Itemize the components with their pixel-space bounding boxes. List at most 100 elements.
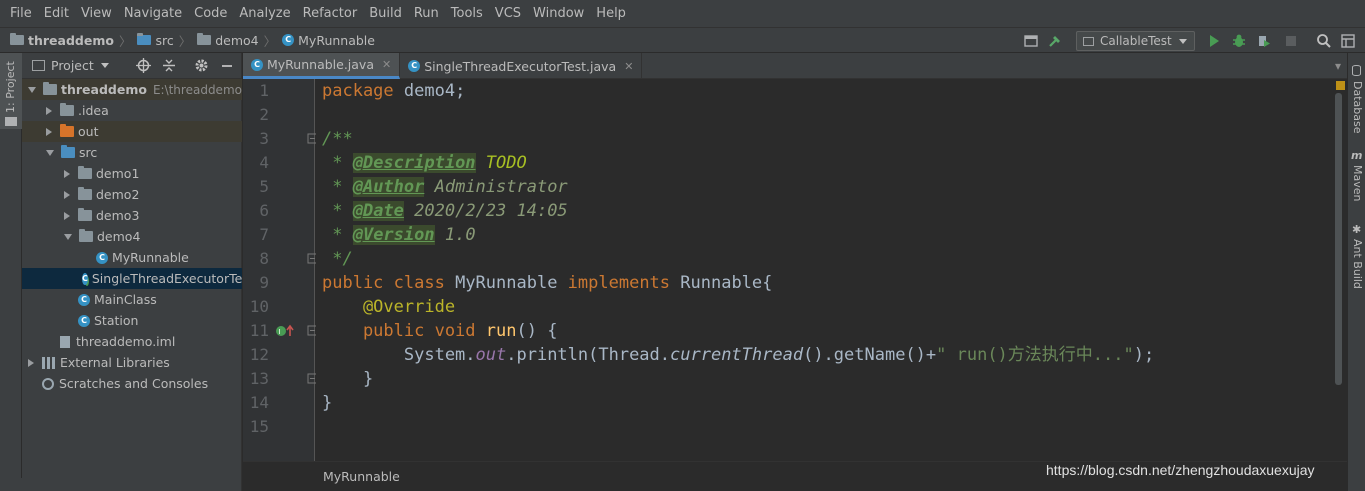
menu-analyze[interactable]: Analyze xyxy=(233,6,296,21)
tree-item-external-libraries[interactable]: External Libraries xyxy=(22,352,242,373)
breadcrumb-separator: 〉 xyxy=(178,33,192,49)
ant-build-tool-button[interactable]: Ant Build xyxy=(1351,239,1364,289)
maven-tool-button[interactable]: Maven xyxy=(1351,165,1364,201)
project-tool-label[interactable]: 1: Project xyxy=(4,53,17,113)
tabs-overflow-icon[interactable]: ▾ xyxy=(1335,59,1341,73)
breadcrumb-class[interactable]: C MyRunnable xyxy=(282,33,375,48)
chevron-down-icon[interactable] xyxy=(64,233,72,240)
tree-item-label: demo4 xyxy=(97,229,141,244)
gear-icon[interactable] xyxy=(194,58,209,73)
tree-item-scratches-and-consoles[interactable]: Scratches and Consoles xyxy=(22,373,242,394)
tree-item-label: MainClass xyxy=(94,292,157,307)
tree-item-station[interactable]: C Station xyxy=(22,310,242,331)
line-number: 5 xyxy=(259,177,269,196)
folder-icon xyxy=(5,117,17,126)
menu-navigate[interactable]: Navigate xyxy=(118,6,188,21)
menu-refactor[interactable]: Refactor xyxy=(297,6,364,21)
tree-item-demo3[interactable]: demo3 xyxy=(22,205,242,226)
tree-item-src[interactable]: src xyxy=(22,142,242,163)
line-number: 12 xyxy=(249,345,269,364)
line-number: 9 xyxy=(259,273,269,292)
left-tool-stripe: 1: Project xyxy=(0,53,22,491)
menu-edit[interactable]: Edit xyxy=(38,6,75,21)
close-icon[interactable]: ✕ xyxy=(624,60,633,73)
package-icon xyxy=(79,229,93,242)
menu-build[interactable]: Build xyxy=(363,6,408,21)
chevron-right-icon[interactable] xyxy=(46,127,52,136)
tree-item--idea[interactable]: .idea xyxy=(22,100,242,121)
tree-item-label: Scratches and Consoles xyxy=(59,376,209,391)
tree-item-out[interactable]: out xyxy=(22,121,242,142)
code-line-5: * @Author Administrator xyxy=(322,177,568,197)
debug-bug-icon[interactable] xyxy=(1231,33,1247,49)
tree-item-demo4[interactable]: demo4 xyxy=(22,226,242,247)
tab-myrunnable[interactable]: C MyRunnable.java ✕ xyxy=(243,53,401,79)
menu-view[interactable]: View xyxy=(75,6,118,21)
chevron-down-icon[interactable] xyxy=(100,63,109,68)
breadcrumb-src[interactable]: src xyxy=(137,33,174,48)
chevron-down-icon[interactable] xyxy=(46,149,54,156)
class-icon: C xyxy=(96,251,108,264)
line-number: 15 xyxy=(249,417,269,436)
line-number: 13 xyxy=(249,369,269,388)
menu-code[interactable]: Code xyxy=(188,6,233,21)
tab-singlethreadexecutortest[interactable]: C SingleThreadExecutorTest.java ✕ xyxy=(400,53,643,79)
menu-window[interactable]: Window xyxy=(527,6,590,21)
chevron-right-icon[interactable] xyxy=(46,106,52,115)
search-icon[interactable] xyxy=(1316,33,1332,49)
implements-method-icon[interactable]: I xyxy=(275,324,295,338)
database-tool-button[interactable]: Database xyxy=(1351,81,1364,134)
window-layout-icon[interactable] xyxy=(1340,33,1356,49)
project-view-selector[interactable]: Project xyxy=(51,58,94,73)
module-folder-icon xyxy=(10,33,24,45)
chevron-down-icon[interactable] xyxy=(28,86,36,93)
project-structure-icon[interactable] xyxy=(1023,33,1039,49)
chevron-right-icon[interactable] xyxy=(64,211,70,220)
watermark-text: https://blog.csdn.net/zhengzhoudaxuexuja… xyxy=(1046,462,1315,478)
run-configuration-select[interactable]: CallableTest xyxy=(1076,31,1195,51)
warning-marker[interactable] xyxy=(1336,81,1345,90)
chevron-right-icon[interactable] xyxy=(28,358,34,367)
line-number: 8 xyxy=(259,249,269,268)
code-line-13: } xyxy=(322,369,374,389)
menu-vcs[interactable]: VCS xyxy=(489,6,527,21)
tree-item-demo2[interactable]: demo2 xyxy=(22,184,242,205)
stop-icon[interactable] xyxy=(1283,33,1299,49)
tree-item-label: MyRunnable xyxy=(112,250,189,265)
close-icon[interactable]: ✕ xyxy=(382,58,391,71)
menu-tools[interactable]: Tools xyxy=(445,6,489,21)
menu-help[interactable]: Help xyxy=(590,6,632,21)
tree-item-label: demo3 xyxy=(96,208,140,223)
tree-item-label: out xyxy=(78,124,99,139)
breadcrumb-package[interactable]: demo4 xyxy=(197,33,259,48)
line-number: 10 xyxy=(249,297,269,316)
chevron-right-icon[interactable] xyxy=(64,190,70,199)
tree-item-singlethreadexecutortest[interactable]: C SingleThreadExecutorTest xyxy=(22,268,242,289)
tree-item-label: demo1 xyxy=(96,166,140,181)
code-editor[interactable]: package demo4; /** * @Description TODO *… xyxy=(316,79,1332,461)
menu-run[interactable]: Run xyxy=(408,6,445,21)
locate-target-icon[interactable] xyxy=(136,58,151,73)
tree-item-label: External Libraries xyxy=(60,355,170,370)
package-icon xyxy=(78,166,92,179)
editor-scrollbar[interactable] xyxy=(1332,79,1347,461)
tree-item-mainclass[interactable]: C MainClass xyxy=(22,289,242,310)
run-icon[interactable] xyxy=(1206,33,1222,49)
file-icon xyxy=(60,335,70,348)
chevron-right-icon[interactable] xyxy=(64,169,70,178)
tree-item-threaddemo-iml[interactable]: threaddemo.iml xyxy=(22,331,242,352)
breadcrumb-project[interactable]: threaddemo xyxy=(10,33,114,48)
run-coverage-icon[interactable] xyxy=(1256,33,1272,49)
tree-item-demo1[interactable]: demo1 xyxy=(22,163,242,184)
project-panel: Project threaddemo E:\threaddemo .idea out s… xyxy=(22,53,242,491)
tree-item-myrunnable[interactable]: C MyRunnable xyxy=(22,247,242,268)
collapse-all-icon[interactable] xyxy=(162,58,176,73)
tree-item-threaddemo[interactable]: threaddemo E:\threaddemo xyxy=(22,79,242,100)
package-icon xyxy=(78,208,92,221)
tree-item-label: .idea xyxy=(78,103,109,118)
build-hammer-icon[interactable] xyxy=(1047,33,1063,49)
hide-panel-icon[interactable] xyxy=(220,58,234,73)
scroll-thumb[interactable] xyxy=(1335,93,1342,385)
editor-breadcrumb[interactable]: MyRunnable xyxy=(323,469,400,484)
menu-file[interactable]: File xyxy=(4,6,38,21)
